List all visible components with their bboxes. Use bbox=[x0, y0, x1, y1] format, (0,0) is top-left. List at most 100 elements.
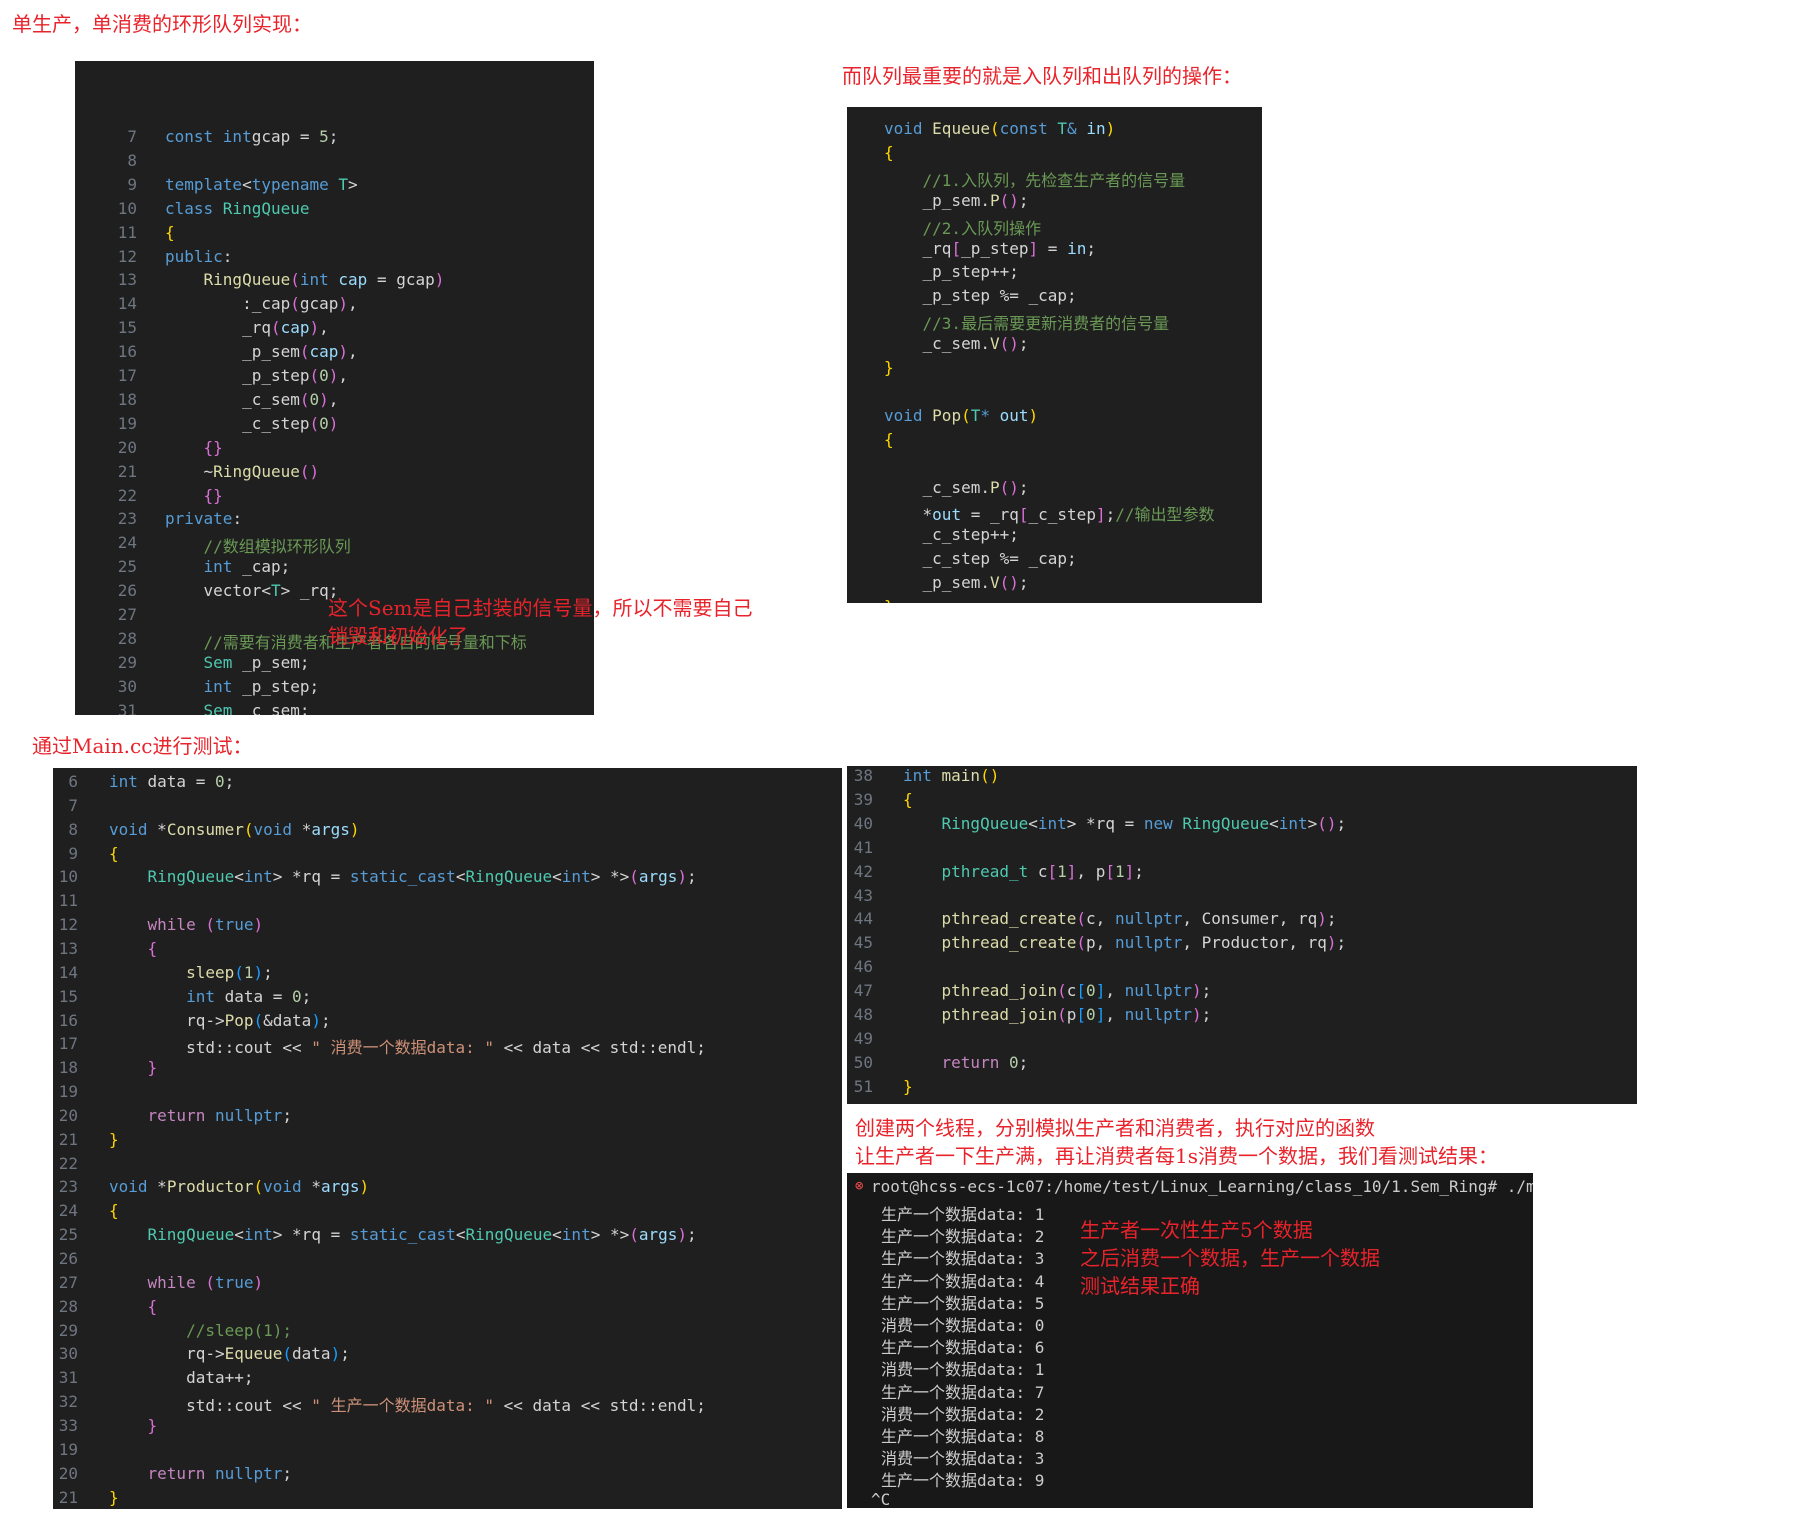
code-token: ; bbox=[1336, 933, 1347, 953]
line-number: 20 bbox=[117, 437, 137, 457]
code-token: 1 bbox=[1057, 861, 1067, 881]
code-token: static_cast bbox=[349, 867, 456, 887]
circle-x-icon: ⊗ bbox=[855, 1178, 864, 1194]
code-token: _rq bbox=[165, 318, 271, 338]
code-token: ( bbox=[243, 819, 254, 839]
code-token: > bbox=[348, 174, 368, 194]
code-token: { bbox=[147, 1296, 158, 1316]
code-token: V bbox=[989, 573, 1000, 593]
code-token: RingQueue bbox=[222, 198, 310, 218]
line-number: 14 bbox=[117, 294, 137, 314]
code-line: } bbox=[109, 1058, 158, 1077]
line-number: 41 bbox=[853, 837, 873, 857]
code-token: = gcap bbox=[367, 270, 435, 290]
code-token: :_cap bbox=[165, 294, 291, 314]
code-token: //2.入队列操作 bbox=[922, 218, 1042, 238]
code-line: int main() bbox=[903, 766, 999, 785]
code-token: Sem bbox=[203, 652, 243, 672]
code-token: ) bbox=[1028, 405, 1039, 425]
code-token: new bbox=[1143, 813, 1183, 833]
code-token: ( bbox=[309, 366, 320, 385]
code-token: //数组模拟环形队列 bbox=[203, 537, 351, 557]
code-token: private bbox=[165, 509, 233, 529]
line-number: 30 bbox=[117, 676, 137, 696]
code-line: { bbox=[109, 1201, 119, 1220]
code-token: , bbox=[328, 389, 339, 409]
line-number: 12 bbox=[117, 246, 137, 266]
code-token: ) bbox=[1192, 1005, 1202, 1024]
code-token: ) bbox=[328, 413, 339, 433]
line-number: 22 bbox=[58, 1153, 78, 1173]
terminal-line: 生产一个数据data: 4 bbox=[881, 1271, 1045, 1291]
code-token: int bbox=[1037, 813, 1067, 833]
line-number: 18 bbox=[117, 389, 137, 409]
code-token: ; bbox=[1326, 909, 1337, 929]
line-number: 21 bbox=[117, 461, 137, 481]
code-token: cap bbox=[309, 342, 339, 362]
code-token: ( bbox=[290, 270, 300, 290]
code-token: ( bbox=[234, 962, 244, 982]
code-token: * bbox=[301, 819, 312, 839]
code-token: < bbox=[455, 1225, 466, 1245]
code-line: class RingQueue bbox=[165, 199, 310, 218]
code-token: ; bbox=[301, 986, 312, 1006]
code-token: cap bbox=[280, 318, 310, 338]
line-number: 30 bbox=[58, 1344, 78, 1364]
code-token: ( bbox=[961, 405, 971, 425]
code-token: ( bbox=[205, 915, 215, 935]
code-token: true bbox=[214, 1272, 254, 1292]
title-note: 单生产，单消费的环形队列实现： bbox=[12, 12, 312, 36]
code-token: " 生产一个数据data: " bbox=[311, 1396, 494, 1416]
line-number: 21 bbox=[58, 1487, 78, 1507]
code-token: ( bbox=[290, 294, 300, 314]
line-number: 28 bbox=[117, 628, 137, 648]
code-line: _c_sem.P(); bbox=[884, 478, 1029, 497]
line-number: 33 bbox=[58, 1415, 78, 1435]
code-line: template<typename T> bbox=[165, 175, 367, 194]
result-annotation: 生产者一次性生产5个数据 之后消费一个数据，生产一个数据 测试结果正确 bbox=[1080, 1218, 1380, 1298]
sem-annotation: 这个Sem是自己封装的信号量，所以不需要自己 销毁和初始化了 bbox=[328, 596, 753, 648]
code-token: ; bbox=[1201, 1005, 1212, 1024]
code-token: public bbox=[165, 246, 223, 266]
code-token: void bbox=[253, 819, 302, 839]
code-token: void bbox=[884, 405, 933, 425]
code-token: nullptr bbox=[1114, 909, 1183, 929]
code-token: * bbox=[884, 505, 933, 525]
line-number: 31 bbox=[58, 1368, 78, 1388]
code-token: , bbox=[1105, 1005, 1125, 1024]
queue-ops-editor[interactable]: void Equeue(const T& in){ //1.入队列，先检查生产者… bbox=[847, 107, 1262, 603]
code-token: ; bbox=[282, 1105, 293, 1125]
code-token: ; bbox=[1018, 190, 1029, 210]
code-token: ; bbox=[1105, 505, 1116, 525]
code-token: ; bbox=[687, 1225, 697, 1245]
line-number: 9 bbox=[68, 843, 78, 863]
code-token: nullptr bbox=[1124, 1005, 1193, 1024]
code-token: ) bbox=[1105, 119, 1116, 138]
line-number: 16 bbox=[117, 342, 137, 362]
code-token: ; bbox=[1018, 573, 1029, 593]
code-token: out bbox=[999, 405, 1029, 425]
line-number: 47 bbox=[853, 981, 873, 1001]
code-token: ) bbox=[349, 819, 360, 839]
main-functions-editor[interactable]: 6 int data = 0; 7 8 void *Consumer(void *arg… bbox=[53, 768, 842, 1509]
code-token: vector< bbox=[165, 581, 271, 601]
code-token: ( bbox=[282, 1344, 293, 1364]
line-number: 49 bbox=[853, 1028, 873, 1048]
main-entry-editor[interactable]: 38 int main() 39{40 RingQueue<int> *rq = n… bbox=[847, 766, 1637, 1104]
code-token: ) bbox=[253, 915, 264, 935]
code-token: gcap bbox=[299, 294, 339, 314]
line-number: 23 bbox=[58, 1177, 78, 1197]
line-number: 43 bbox=[853, 885, 873, 905]
code-token: { bbox=[884, 429, 894, 449]
code-token: args bbox=[320, 1177, 360, 1197]
code-line: void *Productor(void *args) bbox=[109, 1177, 369, 1196]
code-line: } bbox=[884, 358, 894, 377]
